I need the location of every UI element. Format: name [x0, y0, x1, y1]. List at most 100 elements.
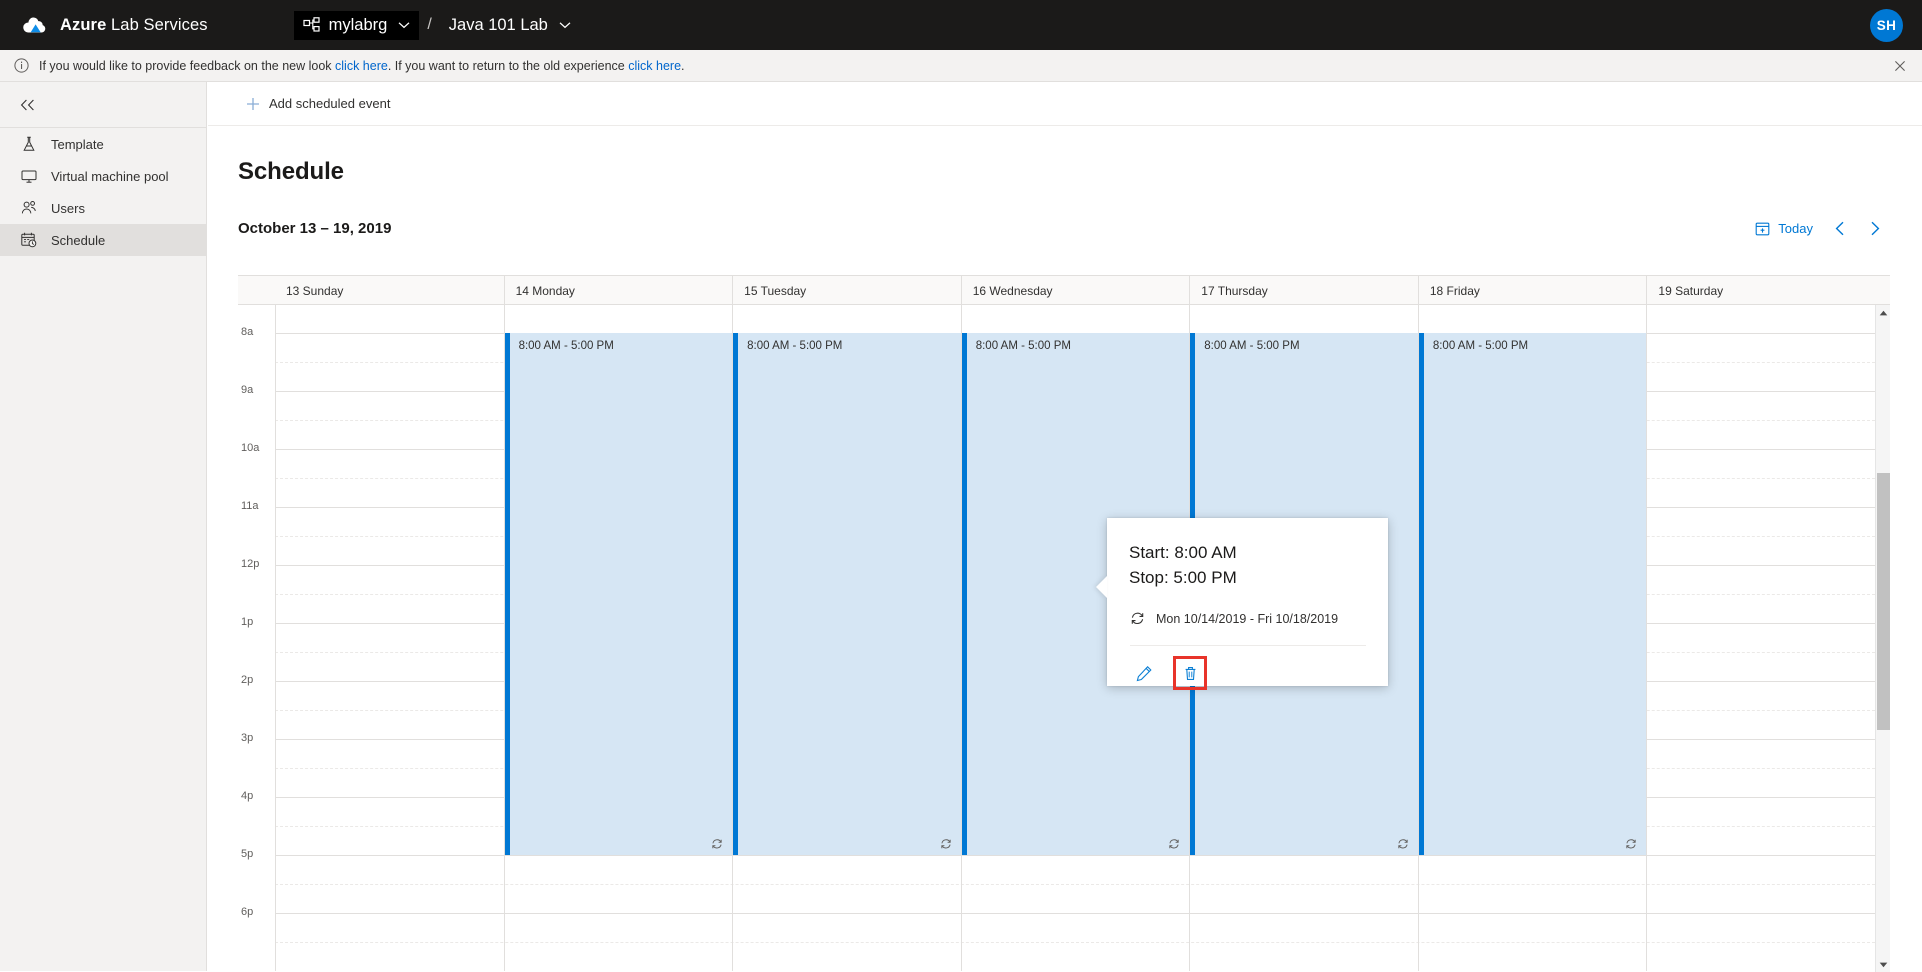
- recurrence-icon: [1625, 838, 1637, 850]
- scroll-down-button[interactable]: [1876, 957, 1891, 972]
- chevron-left-icon: [1834, 221, 1847, 236]
- next-week-button[interactable]: [1859, 213, 1889, 243]
- calendar-body[interactable]: 7a8a9a10a11a12p1p2p3p4p5p6p 8:00 AM - 5:…: [238, 305, 1890, 972]
- calendar-hour-label: 4p: [241, 790, 274, 802]
- popover-beak: [1096, 576, 1107, 598]
- sidebar-item-template[interactable]: Template: [0, 128, 206, 160]
- calendar-day-header: 18 Friday: [1418, 276, 1647, 305]
- sidebar-item-label: Template: [51, 137, 104, 152]
- half-hour-gridline: [275, 884, 1875, 885]
- brand[interactable]: Azure Lab Services: [22, 14, 208, 36]
- popover-divider: [1130, 645, 1366, 646]
- date-range-label: October 13 – 19, 2019: [238, 220, 391, 237]
- calendar-hour-row: 5p: [238, 855, 1890, 913]
- popover-stop-time: Stop: 5:00 PM: [1129, 565, 1388, 590]
- half-hour-gridline: [275, 942, 1875, 943]
- edit-event-button[interactable]: [1130, 659, 1159, 688]
- trash-delete-icon: [1182, 665, 1199, 682]
- notification-text-2: . If you want to return to the old exper…: [388, 59, 628, 73]
- calendar-event-label: 8:00 AM - 5:00 PM: [510, 333, 733, 352]
- recurrence-icon: [940, 838, 952, 850]
- scroll-up-button[interactable]: [1876, 305, 1891, 320]
- azure-cloud-logo: [22, 14, 49, 36]
- hour-gridline: [275, 855, 1875, 856]
- sidebar-item-schedule[interactable]: Schedule: [0, 224, 206, 256]
- event-details-popover[interactable]: Start: 8:00 AM Stop: 5:00 PM Mon 10/14/2…: [1107, 518, 1388, 686]
- breadcrumb: mylabrg / Java 101 Lab: [294, 11, 580, 40]
- calendar-hour-row: 7a: [238, 305, 1890, 333]
- calendar-hour-label: 1p: [241, 616, 274, 628]
- calendar-column-gridline: [1646, 305, 1647, 971]
- calendar-day-header-label: 18 Friday: [1430, 284, 1480, 298]
- recurrence-icon: [711, 838, 723, 850]
- hour-gridline: [275, 913, 1875, 914]
- calendar-clock-icon: [20, 231, 38, 249]
- scroll-up-arrow-icon: [1879, 310, 1888, 316]
- week-calendar: 13 Sunday 14 Monday 15 Tuesday 16 Wednesday…: [238, 275, 1890, 971]
- calendar-hour-label: 3p: [241, 732, 274, 744]
- calendar-vertical-scrollbar[interactable]: [1875, 305, 1890, 972]
- previous-week-button[interactable]: [1825, 213, 1855, 243]
- sidebar-item-virtual-machine-pool[interactable]: Virtual machine pool: [0, 160, 206, 192]
- sidebar-item-label: Schedule: [51, 233, 105, 248]
- double-chevron-left-icon: [19, 99, 36, 111]
- users-icon: [20, 199, 38, 217]
- calendar-navigation: Today: [1747, 213, 1889, 243]
- calendar-day-header-label: 17 Thursday: [1201, 284, 1268, 298]
- avatar[interactable]: SH: [1870, 9, 1903, 42]
- popover-actions: [1130, 656, 1388, 690]
- today-button[interactable]: Today: [1747, 217, 1821, 240]
- monitor-icon: [20, 167, 38, 185]
- calendar-hour-row: 6p: [238, 913, 1890, 971]
- scroll-down-arrow-icon: [1879, 962, 1888, 968]
- calendar-hour-label: 11a: [241, 500, 274, 512]
- feedback-link[interactable]: click here: [335, 59, 388, 73]
- calendar-event-label: 8:00 AM - 5:00 PM: [1424, 333, 1647, 352]
- sidebar-item-users[interactable]: Users: [0, 192, 206, 224]
- close-icon[interactable]: [1892, 58, 1908, 74]
- calendar-hour-label: 12p: [241, 558, 274, 570]
- calendar-event[interactable]: 8:00 AM - 5:00 PM: [505, 333, 733, 855]
- main-content: Add scheduled event Schedule October 13 …: [208, 82, 1922, 971]
- calendar-hour-label: 8a: [241, 326, 274, 338]
- resource-group-icon: [303, 17, 321, 33]
- sidebar-item-label: Virtual machine pool: [51, 169, 169, 184]
- calendar-event-label: 8:00 AM - 5:00 PM: [1195, 333, 1418, 352]
- calendar-day-header-label: 19 Saturday: [1658, 284, 1723, 298]
- brand-rest: Lab Services: [106, 16, 207, 34]
- popover-recurrence: Mon 10/14/2019 - Fri 10/18/2019: [1130, 611, 1388, 626]
- calendar-event-label: 8:00 AM - 5:00 PM: [738, 333, 961, 352]
- sidebar-collapse-button[interactable]: [0, 82, 206, 127]
- calendar-day-header-label: 16 Wednesday: [973, 284, 1053, 298]
- notification-text-3: .: [681, 59, 684, 73]
- top-navigation-bar: Azure Lab Services mylabrg / Java 101 La…: [0, 0, 1922, 50]
- chevron-down-icon: [559, 21, 571, 29]
- calendar-hour-label: 5p: [241, 848, 274, 860]
- popover-start-time: Start: 8:00 AM: [1129, 540, 1388, 565]
- breadcrumb-lab-label: Java 101 Lab: [449, 16, 548, 35]
- command-bar: Add scheduled event: [208, 82, 1922, 126]
- calendar-day-header: 19 Saturday: [1646, 276, 1875, 305]
- old-experience-link[interactable]: click here: [628, 59, 681, 73]
- calendar-header: October 13 – 19, 2019 Today: [238, 213, 1889, 243]
- recurrence-icon: [1130, 611, 1145, 626]
- calendar-day-header: 16 Wednesday: [961, 276, 1190, 305]
- scrollbar-thumb[interactable]: [1877, 473, 1890, 730]
- add-scheduled-event-button[interactable]: Add scheduled event: [236, 87, 400, 121]
- notification-bar: If you would like to provide feedback on…: [0, 50, 1922, 82]
- calendar-event[interactable]: 8:00 AM - 5:00 PM: [733, 333, 961, 855]
- calendar-day-header-label: 14 Monday: [516, 284, 575, 298]
- breadcrumb-item-lab[interactable]: Java 101 Lab: [440, 11, 580, 40]
- info-circle-icon: [14, 58, 29, 73]
- add-scheduled-event-label: Add scheduled event: [269, 96, 390, 111]
- calendar-day-header: 13 Sunday: [275, 276, 504, 305]
- calendar-day-header: 17 Thursday: [1189, 276, 1418, 305]
- calendar-hour-label: 6p: [241, 906, 274, 918]
- calendar-day-header-label: 15 Tuesday: [744, 284, 806, 298]
- delete-event-button[interactable]: [1173, 656, 1207, 690]
- recurrence-icon: [1397, 838, 1409, 850]
- breadcrumb-item-resource-group[interactable]: mylabrg: [294, 11, 420, 40]
- calendar-event[interactable]: 8:00 AM - 5:00 PM: [1419, 333, 1647, 855]
- calendar-event-label: 8:00 AM - 5:00 PM: [967, 333, 1190, 352]
- plus-icon: [246, 97, 260, 111]
